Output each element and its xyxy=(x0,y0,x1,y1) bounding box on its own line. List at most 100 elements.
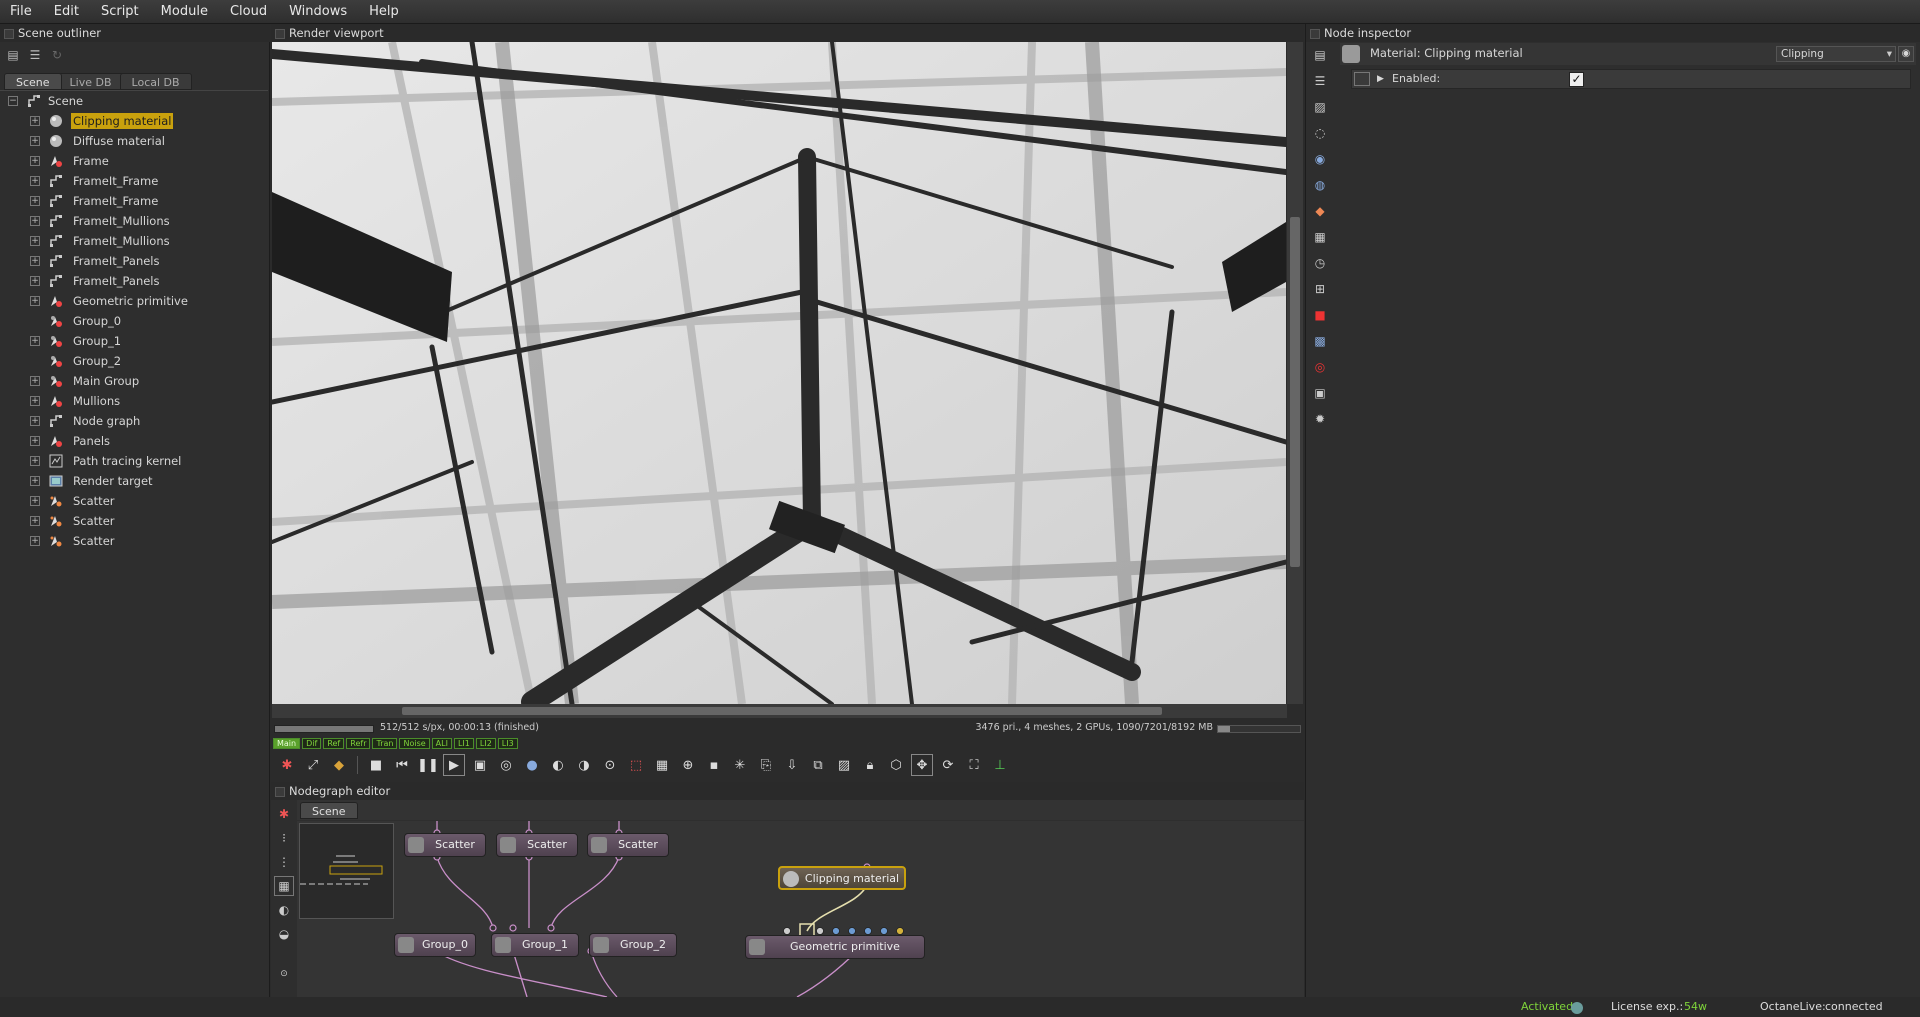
expand-toggle[interactable]: + xyxy=(30,156,40,166)
viewport-resolution-icon[interactable]: ⊕ xyxy=(677,754,699,776)
expand-toggle[interactable]: + xyxy=(30,396,40,406)
image-texture-icon[interactable]: ▨ xyxy=(1311,98,1329,116)
collapse-toggle[interactable]: − xyxy=(8,96,18,106)
eye-icon[interactable]: ◉ xyxy=(1898,46,1914,62)
expand-toggle[interactable]: + xyxy=(30,496,40,506)
emission-icon[interactable]: ◎ xyxy=(1311,358,1329,376)
background-image-icon[interactable]: ▨ xyxy=(833,754,855,776)
tree-root-scene[interactable]: − Scene xyxy=(0,91,268,111)
save-render-icon[interactable]: ⇩ xyxy=(781,754,803,776)
macro-node-icon[interactable]: ◒ xyxy=(274,924,294,944)
render-region-icon[interactable]: ⬚ xyxy=(625,754,647,776)
tree-item[interactable]: + Frame xyxy=(0,151,268,171)
tree-item[interactable]: + FrameIt_Panels xyxy=(0,251,268,271)
menu-windows[interactable]: Windows xyxy=(278,0,358,24)
node-group-0[interactable]: Group_0 xyxy=(394,933,476,957)
copy-to-clipboard-icon[interactable]: ⎘ xyxy=(755,754,777,776)
arrange-nodes-icon[interactable]: ⁝ xyxy=(274,828,294,848)
render-target-icon[interactable]: ▦ xyxy=(1311,228,1329,246)
tree-item[interactable]: + Node graph xyxy=(0,411,268,431)
object-picker-icon[interactable]: ⊙ xyxy=(599,754,621,776)
medium-icon[interactable]: ▩ xyxy=(1311,332,1329,350)
white-balance-icon[interactable]: ◐ xyxy=(547,754,569,776)
tree-item[interactable]: + FrameIt_Mullions xyxy=(0,231,268,251)
expand-toggle[interactable]: + xyxy=(30,376,40,386)
material-picker-icon[interactable]: ◑ xyxy=(573,754,595,776)
menu-edit[interactable]: Edit xyxy=(43,0,90,24)
expand-toggle[interactable]: + xyxy=(30,516,40,526)
expand-toggle[interactable]: + xyxy=(30,196,40,206)
graph-settings-icon[interactable]: ⊙ xyxy=(274,964,294,984)
recenter-graph-icon[interactable]: ✱ xyxy=(274,804,294,824)
tree-item[interactable]: + Group_1 xyxy=(0,331,268,351)
tab-scene-graph[interactable]: Scene xyxy=(300,802,358,819)
render-pass-button[interactable]: Dif xyxy=(302,738,322,749)
enabled-checkbox[interactable]: ✓ xyxy=(1569,72,1584,87)
tree-item[interactable]: + Scatter xyxy=(0,511,268,531)
render-pass-button[interactable]: Tran xyxy=(372,738,398,749)
node-scatter-2[interactable]: Scatter xyxy=(496,833,578,857)
tree-item[interactable]: + Mullions xyxy=(0,391,268,411)
color-picker-icon[interactable]: ● xyxy=(521,754,543,776)
zoom-fit-icon[interactable]: ⤢ xyxy=(302,754,324,776)
horizontal-scroll-thumb[interactable] xyxy=(402,707,1162,715)
menu-file[interactable]: File xyxy=(0,0,43,24)
stop-render-icon[interactable]: ■ xyxy=(365,754,387,776)
expand-toggle[interactable]: + xyxy=(30,476,40,486)
tree-item[interactable]: + Panels xyxy=(0,431,268,451)
expand-toggle[interactable]: + xyxy=(30,296,40,306)
expand-toggle[interactable]: + xyxy=(30,536,40,546)
expand-toggle[interactable]: + xyxy=(30,336,40,346)
expand-toggle[interactable]: + xyxy=(30,116,40,126)
world-axes-icon[interactable]: ⊥ xyxy=(989,754,1011,776)
imager-icon[interactable]: ◍ xyxy=(1311,176,1329,194)
tree-item[interactable]: + FrameIt_Frame xyxy=(0,171,268,191)
kernel-icon[interactable]: ⊞ xyxy=(1311,280,1329,298)
tree-item[interactable]: + Scatter xyxy=(0,491,268,511)
restart-render-icon[interactable]: ⏮ xyxy=(391,754,413,776)
expand-toggle[interactable]: + xyxy=(30,256,40,266)
lock-viewport-icon[interactable]: 🔒︎ xyxy=(859,754,881,776)
expand-toggle[interactable]: + xyxy=(30,276,40,286)
tab-local-db[interactable]: Local DB xyxy=(119,73,192,90)
pin-icon[interactable] xyxy=(1354,72,1370,86)
expand-all-icon[interactable]: ▤ xyxy=(5,47,21,63)
decal-wireframe-icon[interactable]: ✳ xyxy=(729,754,751,776)
material-node-icon[interactable]: ◐ xyxy=(274,900,294,920)
collapse-all-icon[interactable]: ☰ xyxy=(1311,72,1329,90)
tree-item[interactable]: + FrameIt_Mullions xyxy=(0,211,268,231)
tree-item[interactable]: + Render target xyxy=(0,471,268,491)
render-pass-button[interactable]: Noise xyxy=(399,738,430,749)
material-red-icon[interactable]: ■ xyxy=(1311,306,1329,324)
move-gizmo-icon[interactable]: ✥ xyxy=(911,754,933,776)
vertical-scroll-thumb[interactable] xyxy=(1290,217,1300,567)
tab-live-db[interactable]: Live DB xyxy=(57,73,124,90)
render-pass-button[interactable]: Main xyxy=(273,738,301,749)
nodegraph-canvas[interactable]: Scatter Scatter Scatter Clipping materia… xyxy=(297,821,1304,997)
scene-cube-icon[interactable]: ◆ xyxy=(328,754,350,776)
tree-item[interactable]: + FrameIt_Panels xyxy=(0,271,268,291)
node-group-2[interactable]: Group_2 xyxy=(589,933,677,957)
viewport-horizontal-scrollbar[interactable] xyxy=(272,704,1287,718)
render-canvas[interactable] xyxy=(272,42,1286,704)
tree-item[interactable]: + Path tracing kernel xyxy=(0,451,268,471)
pause-render-icon[interactable]: ❚❚ xyxy=(417,754,439,776)
tree-item[interactable]: + Scatter xyxy=(0,531,268,551)
render-pass-button[interactable]: Refr xyxy=(346,738,371,749)
tree-item[interactable]: Group_0 xyxy=(0,311,268,331)
menu-cloud[interactable]: Cloud xyxy=(219,0,278,24)
scale-gizmo-icon[interactable]: ⛶ xyxy=(963,754,985,776)
node-clipping-material[interactable]: Clipping material xyxy=(778,866,906,890)
expand-toggle[interactable]: + xyxy=(30,436,40,446)
tree-item[interactable]: + Diffuse material xyxy=(0,131,268,151)
nodegraph-minimap[interactable] xyxy=(299,823,394,919)
export-passes-icon[interactable]: ⧉ xyxy=(807,754,829,776)
tree-item[interactable]: + Geometric primitive xyxy=(0,291,268,311)
tree-item[interactable]: Group_2 xyxy=(0,351,268,371)
tree-item[interactable]: + Main Group xyxy=(0,371,268,391)
node-scatter-1[interactable]: Scatter xyxy=(404,833,486,857)
render-pass-button[interactable]: ALI xyxy=(431,738,452,749)
tab-scene[interactable]: Scene xyxy=(4,73,62,90)
expand-all-icon[interactable]: ▤ xyxy=(1311,46,1329,64)
expand-toggle[interactable]: + xyxy=(30,236,40,246)
